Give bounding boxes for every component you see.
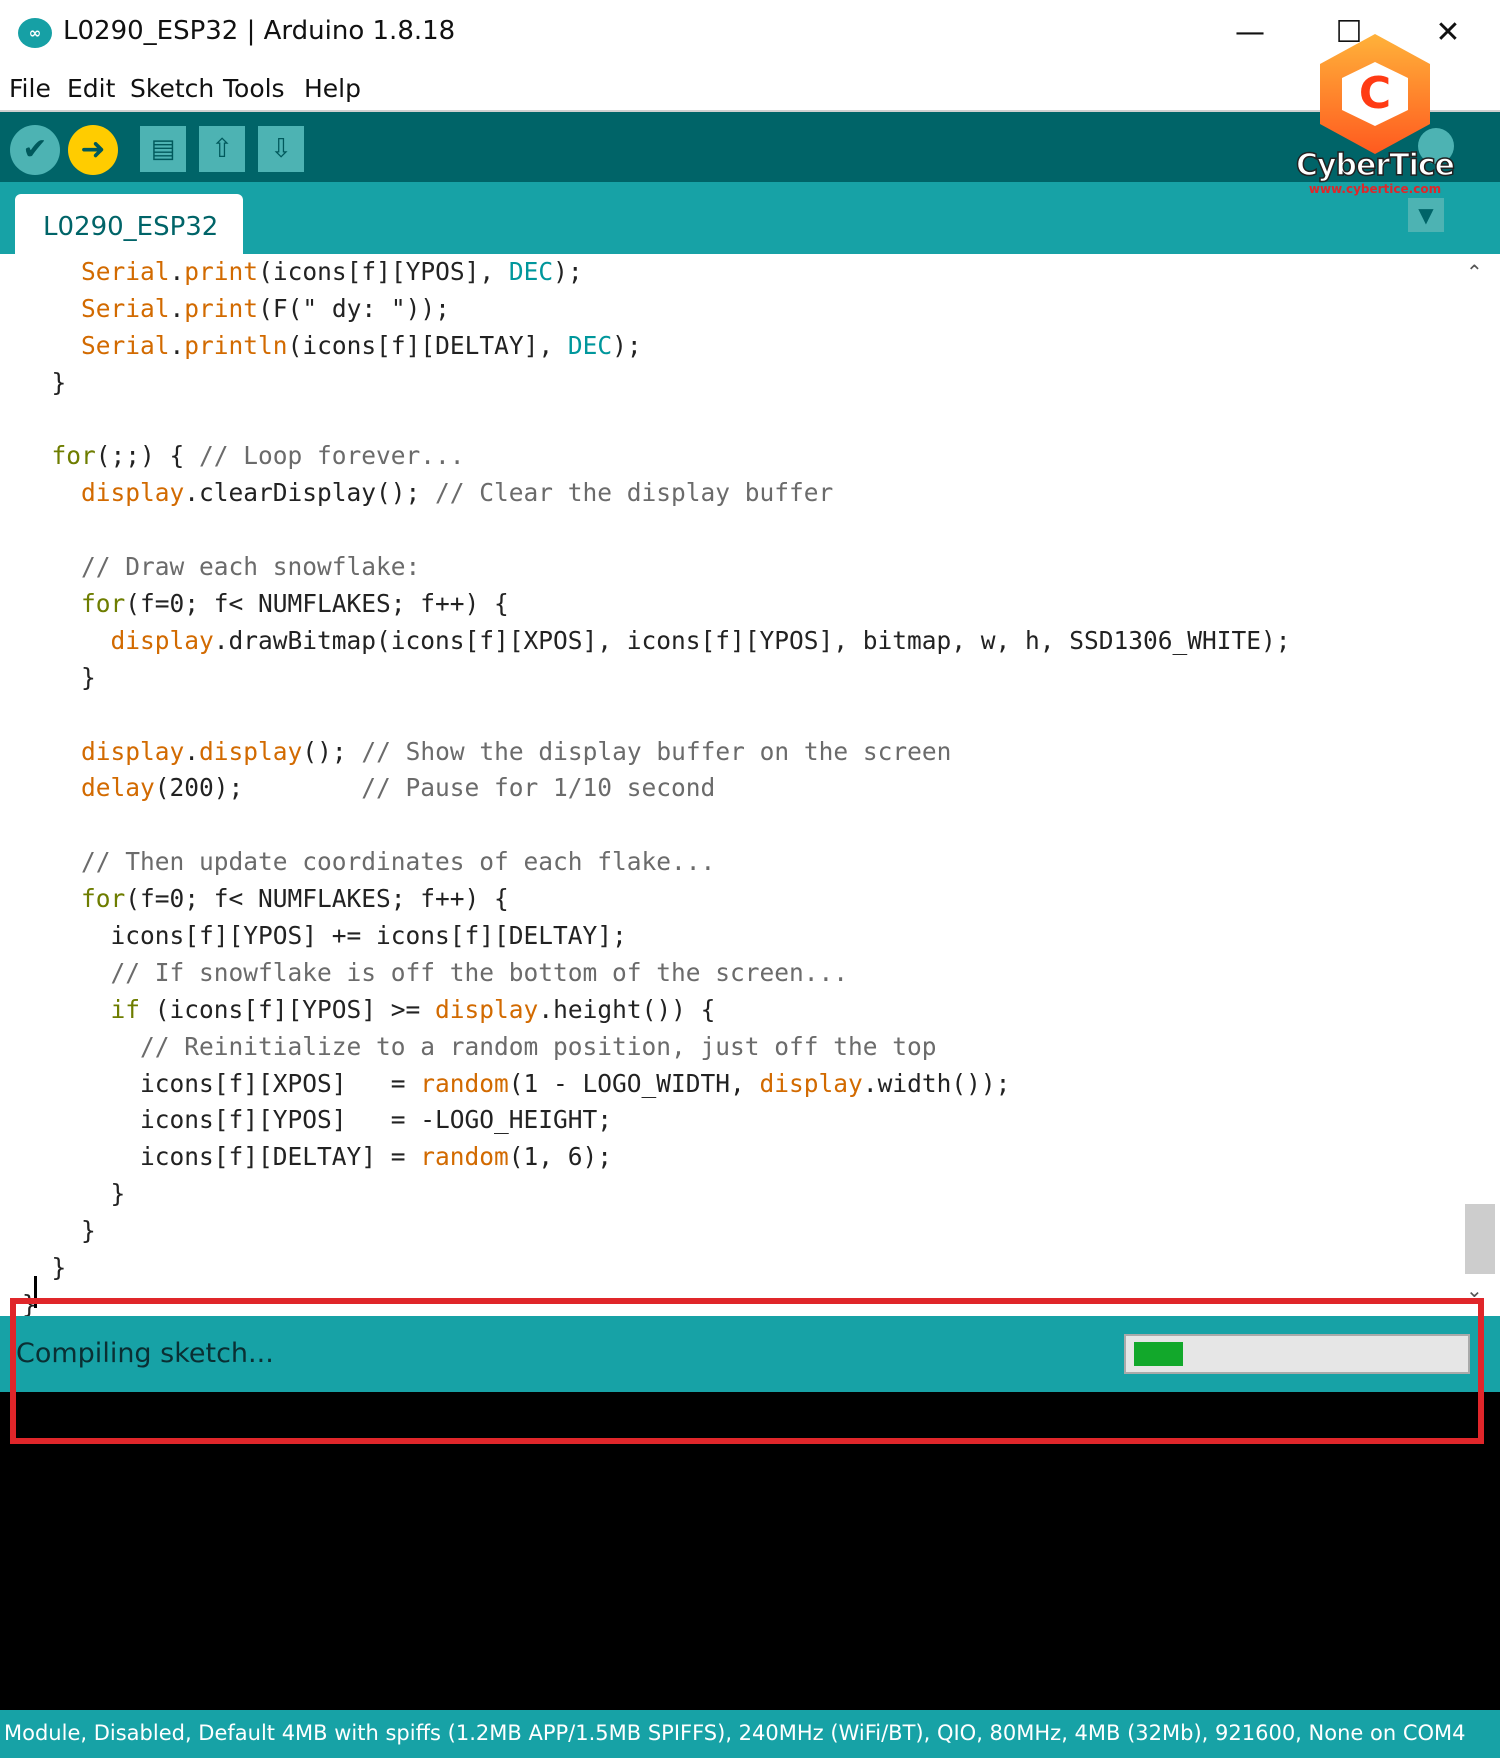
- code-line: for(;;) { // Loop forever...: [51, 441, 465, 471]
- code-line: display.display(); // Show the display b…: [81, 736, 952, 766]
- code-line: delay(200); // Pause for 1/10 second: [81, 773, 716, 803]
- code-line: icons[f][YPOS] = -LOGO_HEIGHT;: [22, 1105, 613, 1135]
- code-line: }: [22, 1253, 67, 1283]
- code-line: }: [22, 1216, 96, 1246]
- code-line: icons[f][DELTAY] = random(1, 6);: [22, 1142, 613, 1172]
- cybertice-watermark: C CyberTice www.cybertice.com: [1290, 30, 1460, 200]
- menu-help[interactable]: Help: [304, 74, 361, 103]
- code-line: // Then update coordinates of each flake…: [81, 847, 716, 877]
- window-title: L0290_ESP32 | Arduino 1.8.18: [63, 16, 456, 46]
- menu-file[interactable]: File: [9, 74, 51, 103]
- code-line: Serial.println(icons[f][DELTAY], DEC);: [81, 330, 642, 360]
- code-line: Serial.print(icons[f][YPOS], DEC);: [81, 257, 583, 286]
- code-line: Serial.print(F(" dy: "));: [81, 293, 450, 323]
- open-sketch-button[interactable]: ⇧: [199, 126, 245, 172]
- tab-bar: L0290_ESP32 ▼: [0, 182, 1500, 254]
- tab-sketch[interactable]: L0290_ESP32: [15, 194, 243, 254]
- checkmark-icon: ✔: [22, 132, 48, 167]
- upload-button[interactable]: ➜: [68, 125, 118, 175]
- arrow-up-icon: ⇧: [211, 134, 233, 164]
- code-text: Serial.print(icons[f][YPOS], DEC); Seria…: [22, 254, 1291, 1316]
- code-line: if (icons[f][YPOS] >= display.height()) …: [110, 994, 716, 1024]
- menu-edit[interactable]: Edit: [67, 74, 115, 103]
- menu-bar: File Edit Sketch Tools Help: [0, 70, 1500, 112]
- title-bar: ∞ L0290_ESP32 | Arduino 1.8.18 — ☐ ✕: [0, 0, 1500, 70]
- logo-name: CyberTice: [1295, 147, 1456, 184]
- code-editor[interactable]: Serial.print(icons[f][YPOS], DEC); Seria…: [0, 254, 1500, 1316]
- minimize-button[interactable]: —: [1226, 10, 1274, 56]
- code-line: display.clearDisplay(); // Clear the dis…: [81, 478, 834, 508]
- code-line: icons[f][XPOS] = random(1 - LOGO_WIDTH, …: [22, 1068, 1011, 1098]
- arduino-logo-icon: ∞: [18, 18, 52, 48]
- logo-letter: C: [1358, 68, 1392, 119]
- code-line: }: [22, 1179, 126, 1209]
- code-line: // If snowflake is off the bottom of the…: [110, 957, 849, 987]
- arrow-down-icon: ⇩: [270, 134, 292, 164]
- code-line: // Reinitialize to a random position, ju…: [140, 1031, 937, 1061]
- chevron-down-icon: ▼: [1418, 203, 1434, 227]
- menu-sketch[interactable]: Sketch: [130, 74, 214, 103]
- board-info-bar: Module, Disabled, Default 4MB with spiff…: [0, 1710, 1500, 1758]
- new-file-icon: ▤: [150, 134, 176, 164]
- scrollbar-thumb[interactable]: [1465, 1204, 1495, 1274]
- code-line: // Draw each snowflake:: [81, 552, 421, 582]
- verify-button[interactable]: ✔: [10, 125, 60, 175]
- arrow-right-icon: ➜: [80, 132, 106, 167]
- code-line: icons[f][YPOS] += icons[f][DELTAY];: [22, 921, 627, 951]
- tab-sketch-label: L0290_ESP32: [43, 212, 219, 242]
- logo-url: www.cybertice.com: [1308, 182, 1442, 196]
- save-sketch-button[interactable]: ⇩: [258, 126, 304, 172]
- highlight-box: [10, 1298, 1484, 1444]
- new-sketch-button[interactable]: ▤: [140, 126, 186, 172]
- board-info-text: Module, Disabled, Default 4MB with spiff…: [4, 1721, 1466, 1745]
- toolbar: ✔ ➜ ▤ ⇧ ⇩: [0, 112, 1500, 182]
- code-line: }: [22, 662, 96, 692]
- code-line: for(f=0; f< NUMFLAKES; f++) {: [81, 589, 509, 619]
- menu-tools[interactable]: Tools: [223, 74, 285, 103]
- code-line: for(f=0; f< NUMFLAKES; f++) {: [81, 884, 509, 914]
- code-line: display.drawBitmap(icons[f][XPOS], icons…: [110, 625, 1291, 655]
- tab-menu-button[interactable]: ▼: [1408, 198, 1444, 232]
- code-line: }: [22, 367, 67, 397]
- scroll-up-icon[interactable]: ⌃: [1466, 260, 1483, 284]
